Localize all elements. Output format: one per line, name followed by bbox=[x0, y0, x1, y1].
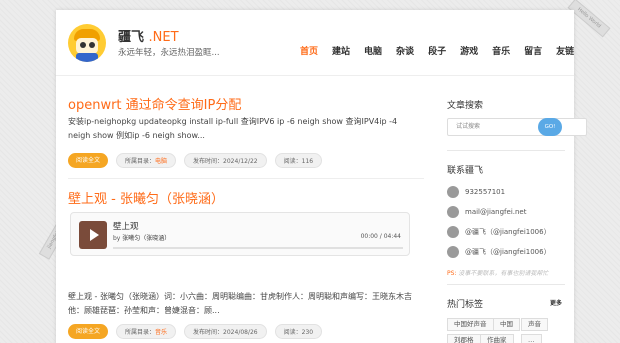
logo-eye-left bbox=[80, 42, 86, 48]
nav-item-guestbook[interactable]: 留言 bbox=[524, 44, 542, 57]
contact-text[interactable]: 932557101 bbox=[465, 188, 505, 196]
nav-item-misc[interactable]: 杂谈 bbox=[396, 44, 414, 57]
contact-text[interactable]: mail@jiangfei.net bbox=[465, 208, 527, 216]
contact-qq[interactable]: 932557101 bbox=[447, 185, 607, 199]
views-chip: 阅读：230 bbox=[274, 324, 323, 339]
nav-item-computer[interactable]: 电脑 bbox=[364, 44, 382, 57]
post-excerpt: 壁上观 - 张曦匀（张晓涵）词：小六曲：周明聪编曲：甘虎制作人：周明聪和声编写：… bbox=[68, 292, 412, 315]
search-input[interactable]: 试试搜索 bbox=[447, 118, 587, 136]
mail-icon bbox=[447, 206, 459, 218]
nav-item-links[interactable]: 友链 bbox=[556, 44, 574, 57]
tag-item[interactable]: … bbox=[521, 334, 542, 343]
nav-item-jokes[interactable]: 段子 bbox=[428, 44, 446, 57]
player-artist-name: 张曦匀（张晓涵） bbox=[122, 235, 171, 242]
contact-weibo[interactable]: @疆飞（@jiangfei1006） bbox=[447, 225, 607, 239]
sidebar-divider bbox=[447, 150, 565, 151]
read-more-button[interactable]: 阅读全文 bbox=[68, 153, 109, 168]
tag-item[interactable]: 中国好声音 bbox=[447, 318, 494, 331]
contact-text[interactable]: @疆飞（@jiangfei1006） bbox=[465, 227, 551, 237]
post-meta: 阅读全文 所属目录：音乐 发布时间：2024/08/26 阅读：230 bbox=[68, 324, 330, 339]
contact-widget-title: 联系疆飞 bbox=[447, 166, 484, 176]
post-divider bbox=[68, 178, 424, 179]
player-progress-bar[interactable] bbox=[113, 247, 403, 249]
search-button[interactable]: GO! bbox=[538, 118, 562, 136]
sidebar-divider bbox=[447, 284, 565, 285]
player-time: 00:00 / 04:44 bbox=[360, 233, 401, 240]
nav-item-build[interactable]: 建站 bbox=[332, 44, 350, 57]
post-title[interactable]: 壁上观 - 张曦匀（张晓涵） bbox=[68, 188, 224, 207]
site-header: 疆飞 .NET 永远年轻，永远热泪盈眶... 首页 建站 电脑 杂谈 段子 游戏… bbox=[56, 10, 574, 76]
nav-item-games[interactable]: 游戏 bbox=[460, 44, 478, 57]
twitter-icon bbox=[447, 246, 459, 258]
category-link[interactable]: 音乐 bbox=[155, 329, 167, 336]
tag-item[interactable]: 刘郡格 bbox=[447, 334, 481, 343]
nav-item-home[interactable]: 首页 bbox=[300, 44, 318, 57]
date-chip: 发布时间：2024/12/22 bbox=[184, 153, 267, 168]
player-song-title: 壁上观 bbox=[113, 222, 139, 232]
category-link[interactable]: 电脑 bbox=[155, 158, 167, 165]
site-title-main[interactable]: 疆飞 bbox=[118, 30, 144, 45]
site-title[interactable]: 疆飞 .NET bbox=[118, 26, 179, 45]
notice-text: 没事不要联系，有事也别请我帮忙 bbox=[458, 270, 549, 277]
date-chip: 发布时间：2024/08/26 bbox=[184, 324, 267, 339]
post-title[interactable]: openwrt 通过命令查询IP分配 bbox=[68, 94, 241, 113]
site-slogan: 永远年轻，永远热泪盈眶... bbox=[118, 48, 220, 58]
qq-icon bbox=[447, 186, 459, 198]
category-label: 所属目录： bbox=[125, 329, 156, 336]
category-chip[interactable]: 所属目录：音乐 bbox=[116, 324, 177, 339]
category-chip[interactable]: 所属目录：电脑 bbox=[116, 153, 177, 168]
logo-eye-right bbox=[89, 42, 95, 48]
post-meta: 阅读全文 所属目录：电脑 发布时间：2024/12/22 阅读：116 bbox=[68, 153, 330, 168]
more-tags-link[interactable]: 更多 bbox=[550, 298, 562, 307]
logo-body-shape bbox=[76, 53, 98, 62]
notice-prefix: PS: bbox=[447, 270, 457, 277]
contact-twitter[interactable]: @疆飞（@jiangfei1006） bbox=[447, 245, 607, 259]
search-widget-title: 文章搜索 bbox=[447, 101, 484, 111]
contact-text[interactable]: @疆飞（@jiangfei1006） bbox=[465, 247, 551, 257]
music-player[interactable]: 壁上观 by 张曦匀（张晓涵） 00:00 / 04:44 bbox=[70, 212, 410, 256]
main-nav: 首页 建站 电脑 杂谈 段子 游戏 音乐 留言 友链 bbox=[300, 44, 588, 57]
weibo-icon bbox=[447, 226, 459, 238]
tags-widget-title: 热门标签 bbox=[447, 300, 484, 310]
play-icon[interactable] bbox=[90, 229, 99, 241]
contact-mail[interactable]: mail@jiangfei.net bbox=[447, 205, 607, 219]
player-by-label: by bbox=[113, 235, 121, 242]
site-logo[interactable] bbox=[68, 24, 106, 62]
player-artist: by 张曦匀（张晓涵） bbox=[113, 233, 170, 242]
views-chip: 阅读：116 bbox=[274, 153, 323, 168]
read-more-button[interactable]: 阅读全文 bbox=[68, 324, 109, 339]
site-title-suffix[interactable]: .NET bbox=[149, 30, 179, 45]
nav-item-music[interactable]: 音乐 bbox=[492, 44, 510, 57]
post-excerpt: 安装ip-neighopkg updateopkg install ip-ful… bbox=[68, 117, 398, 140]
tag-item[interactable]: 中国 bbox=[493, 318, 520, 331]
tag-item[interactable]: 作曲家 bbox=[480, 334, 514, 343]
category-label: 所属目录： bbox=[125, 158, 156, 165]
tag-item[interactable]: 声音 bbox=[521, 318, 548, 331]
contact-notice: PS: 没事不要联系，有事也别请我帮忙 bbox=[447, 268, 577, 277]
album-cover[interactable] bbox=[79, 221, 107, 249]
